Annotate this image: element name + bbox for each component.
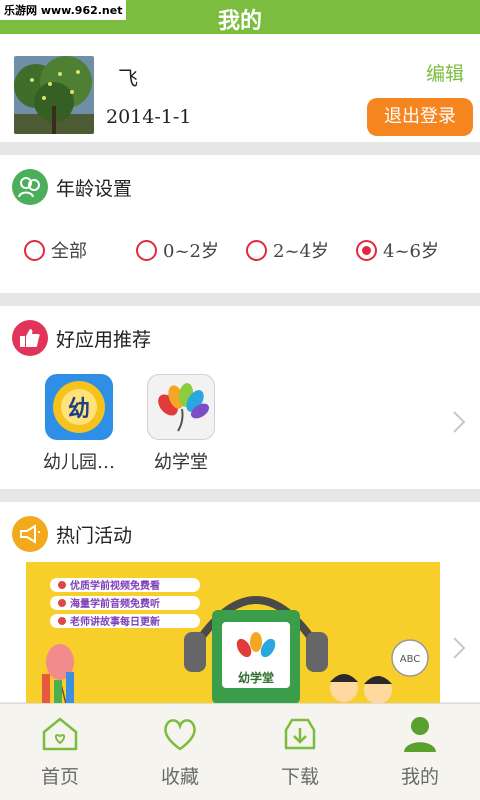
watermark-logo: 乐游网 www.962.net: [0, 0, 127, 20]
logout-button[interactable]: 退出登录: [367, 98, 473, 136]
users-icon: [12, 169, 48, 205]
age-option-0-2[interactable]: 0~2岁: [136, 237, 219, 263]
heart-icon: [164, 719, 196, 751]
banner-line: 海量学前音频免费听: [70, 597, 160, 610]
tab-download[interactable]: 下载: [260, 714, 340, 789]
chevron-right-icon[interactable]: [452, 410, 466, 434]
tab-label: 首页: [40, 766, 79, 788]
recommended-apps-title: 好应用推荐: [56, 328, 152, 351]
edit-button[interactable]: 编辑: [426, 59, 464, 86]
age-option-2-4[interactable]: 2~4岁: [246, 237, 329, 263]
app-name: 幼学堂: [154, 452, 208, 473]
age-option-label: 0~2岁: [163, 241, 219, 262]
tab-label: 我的: [400, 766, 439, 788]
tab-label: 收藏: [160, 766, 199, 788]
megaphone-icon: [12, 516, 48, 552]
age-settings-title: 年龄设置: [56, 177, 133, 200]
tab-label: 下载: [280, 766, 319, 788]
svg-text:幼: 幼: [68, 396, 90, 422]
app-item-kindergarten[interactable]: 幼 幼儿园…: [34, 374, 124, 474]
thumbs-up-icon: [12, 320, 48, 356]
age-option-all[interactable]: 全部: [24, 237, 87, 263]
recommended-apps-header: 好应用推荐: [12, 320, 151, 356]
peacock-feather-icon: [147, 374, 215, 440]
age-option-label: 全部: [51, 241, 87, 262]
radio-circle: [24, 239, 45, 261]
download-icon: [284, 718, 316, 750]
tab-home[interactable]: 首页: [20, 714, 100, 789]
event-banner[interactable]: 优质学前视频免费看 海量学前音频免费听 老师讲故事每日更新 幼学堂 ABC: [26, 562, 440, 704]
radio-circle: [136, 239, 157, 261]
chevron-right-icon[interactable]: [452, 636, 466, 660]
hot-events-section: 热门活动 优质学前视频免费看 海量学前音频免费听 老师讲故事每日更新 幼学堂 A…: [0, 502, 480, 704]
radio-circle-checked: [356, 239, 377, 261]
you-badge-icon: 幼: [45, 374, 113, 440]
banner-tag: ABC: [400, 654, 421, 665]
home-icon: [42, 717, 78, 751]
banner-brand: 幼学堂: [238, 670, 274, 685]
radio-circle: [246, 239, 267, 261]
recommended-apps-section: 好应用推荐 幼 幼儿园… 幼学堂: [0, 306, 480, 489]
age-option-label: 2~4岁: [273, 241, 329, 262]
app-item-youxuetang[interactable]: 幼学堂: [136, 374, 226, 474]
profile-card: 飞 2014-1-1 编辑 退出登录: [0, 34, 480, 142]
username: 飞: [118, 66, 138, 90]
banner-line: 老师讲故事每日更新: [69, 615, 160, 628]
hot-events-header: 热门活动: [12, 516, 132, 552]
tab-mine[interactable]: 我的: [380, 714, 460, 789]
app-name: 幼儿园…: [43, 452, 115, 473]
age-settings-header: 年龄设置: [12, 169, 132, 205]
age-settings-section: 年龄设置 全部 0~2岁 2~4岁 4~6岁: [0, 155, 480, 293]
hot-events-title: 热门活动: [56, 524, 133, 547]
user-icon: [404, 717, 436, 752]
age-option-label: 4~6岁: [383, 241, 439, 262]
age-option-4-6[interactable]: 4~6岁: [356, 237, 439, 263]
tab-favorites[interactable]: 收藏: [140, 714, 220, 789]
banner-line: 优质学前视频免费看: [70, 579, 160, 592]
birthday-text: 2014-1-1: [106, 106, 192, 128]
bottom-tab-bar: 首页 收藏 下载 我的: [0, 703, 480, 800]
avatar[interactable]: [14, 56, 94, 134]
